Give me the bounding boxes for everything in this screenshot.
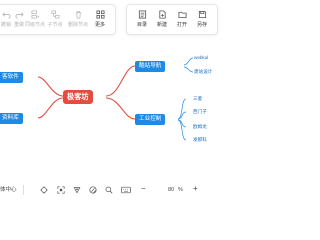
- add-child-node-button[interactable]: 子节点: [44, 5, 66, 34]
- directory-label: 目录: [136, 22, 147, 28]
- edit-toolbar: 撤销 重做 同级节点 子节点 删除节点 更多: [0, 4, 116, 35]
- theme-icon[interactable]: [89, 186, 97, 194]
- new-file-button[interactable]: 新建: [151, 5, 173, 34]
- leaf-mitsubishi[interactable]: 三菱: [193, 95, 202, 103]
- leaf-site-design[interactable]: 建站设计: [194, 68, 212, 76]
- delete-node-button[interactable]: 删除节点: [67, 5, 89, 34]
- redo-label: 重做: [13, 22, 24, 28]
- locate-icon[interactable]: [40, 186, 48, 194]
- fit-screen-icon[interactable]: [57, 186, 65, 194]
- connector-root-left-top: [37, 76, 64, 97]
- new-file-label: 新建: [156, 22, 167, 28]
- open-file-label: 打开: [176, 22, 187, 28]
- more-button[interactable]: 更多: [89, 5, 111, 34]
- open-file-icon: [177, 11, 187, 19]
- zoom-level-value: 80: [168, 187, 175, 193]
- connector-root-right-bottom: [105, 97, 136, 120]
- node-site-nav[interactable]: 酷站导航: [135, 61, 166, 72]
- keyboard-icon[interactable]: [121, 186, 131, 194]
- zoom-in-button[interactable]: +: [193, 185, 198, 193]
- mindmap-connectors: [37, 57, 194, 141]
- node-industrial-control[interactable]: 工业控制: [135, 114, 166, 125]
- child-node-icon: [50, 10, 60, 19]
- bottom-bar: 体中心 − 80 % +: [0, 178, 210, 202]
- leaf-siemens[interactable]: 西门子: [193, 108, 207, 116]
- leaf-fanuc[interactable]: 发那科: [193, 136, 207, 144]
- open-file-button[interactable]: 打开: [171, 5, 193, 34]
- root-node[interactable]: 极客坊: [63, 90, 93, 104]
- add-sibling-node-button[interactable]: 同级节点: [24, 5, 46, 34]
- new-file-icon: [158, 10, 166, 19]
- node-left-bottom[interactable]: 资料库: [0, 113, 23, 124]
- connector-root-left-bottom: [37, 97, 64, 119]
- child-node-label: 子节点: [47, 22, 63, 28]
- directory-button[interactable]: 目录: [131, 5, 153, 34]
- mindmap-canvas[interactable]: 客软件 资料库 极客坊 酷站导航 工业控制 webkul 建站设计 三菱 西门子…: [0, 34, 212, 176]
- sibling-node-icon: [30, 10, 39, 19]
- view-center-label[interactable]: 体中心: [0, 186, 17, 194]
- zoom-out-button[interactable]: −: [141, 185, 146, 193]
- connector-root-right-top: [105, 65, 136, 97]
- delete-node-label: 删除节点: [67, 22, 88, 28]
- zoom-level-unit: %: [178, 187, 183, 193]
- save-as-icon: [198, 10, 206, 19]
- redo-icon: [14, 12, 24, 19]
- directory-icon: [138, 10, 146, 19]
- file-toolbar: 目录 新建 打开 另存: [126, 4, 218, 35]
- sibling-node-label: 同级节点: [24, 22, 45, 28]
- more-label: 更多: [94, 22, 105, 28]
- delete-node-icon: [75, 10, 81, 19]
- more-icon: [95, 10, 105, 19]
- leaf-omron[interactable]: 欧姆龙: [193, 123, 207, 131]
- connector-nav-webkul: [183, 57, 194, 66]
- node-left-top[interactable]: 客软件: [0, 72, 23, 83]
- connector-nav-design: [183, 66, 194, 73]
- layout-icon[interactable]: [73, 186, 81, 194]
- save-as-button[interactable]: 另存: [191, 5, 213, 34]
- leaf-webkul[interactable]: webkul: [194, 54, 208, 62]
- dropdown-divider: [23, 185, 24, 195]
- save-as-label: 另存: [196, 22, 207, 28]
- search-icon[interactable]: [105, 186, 113, 194]
